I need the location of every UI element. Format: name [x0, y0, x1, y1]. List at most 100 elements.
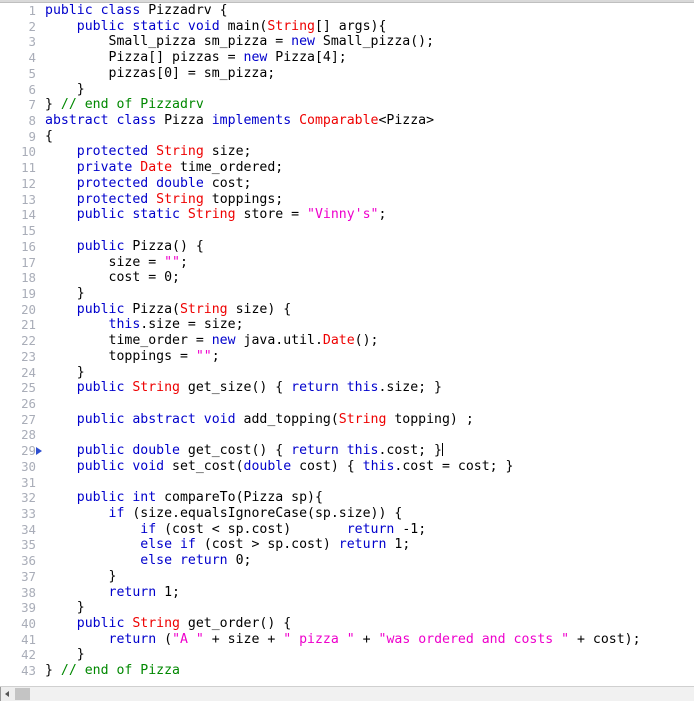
token-kw: double — [243, 458, 300, 474]
token-pln: size; — [211, 144, 252, 160]
token-str: " pizza " — [283, 631, 355, 647]
code-line[interactable]: 7} // end of Pizzadrv — [0, 97, 694, 113]
line-number: 39 — [21, 600, 36, 616]
scroll-left-arrow-icon[interactable] — [0, 687, 14, 701]
token-pln: time_ordered; — [180, 160, 284, 176]
code-text-area[interactable]: 1 public class Pizzadrv {2 public static … — [0, 3, 694, 686]
code-line[interactable]: 25 public String get_size() { return thi… — [0, 380, 694, 396]
code-line-content: public class Pizzadrv { — [45, 3, 228, 19]
code-line[interactable]: 23 toppings = ""; — [0, 349, 694, 365]
code-line[interactable]: 31 — [0, 475, 694, 491]
token-pln: (cost < sp.cost) — [164, 521, 347, 537]
code-line[interactable]: 36 else return 0; — [0, 553, 694, 569]
code-line[interactable]: 17 size = ""; — [0, 255, 694, 271]
code-line-content: time_order = new java.util.Date(); — [45, 333, 379, 349]
token-pln: cost = 0; — [45, 270, 180, 286]
line-number: 5 — [28, 65, 36, 81]
token-pln: } — [45, 97, 61, 113]
token-kw: protected — [76, 144, 157, 160]
line-number: 13 — [21, 191, 36, 207]
code-line[interactable]: 19 } — [0, 286, 694, 302]
code-line-content: cost = 0; — [45, 270, 180, 286]
token-pln — [45, 302, 77, 317]
code-line[interactable]: 2 public static void main(String[] args)… — [0, 19, 694, 35]
line-number: 4 — [28, 50, 36, 66]
code-line[interactable]: 12 protected double cost; — [0, 176, 694, 192]
token-kw: public abstract void — [76, 411, 244, 427]
code-line[interactable]: 1 public class Pizzadrv { — [0, 3, 694, 19]
scrollbar-track[interactable] — [30, 687, 694, 701]
token-typ: String — [156, 191, 212, 207]
token-pln: .size; } — [378, 380, 443, 396]
code-line[interactable]: 10 protected String size; — [0, 144, 694, 160]
code-line[interactable]: 39 } — [0, 600, 694, 616]
code-line[interactable]: 41 return ("A " + size + " pizza " + "wa… — [0, 632, 694, 648]
code-line[interactable]: 9{ — [0, 129, 694, 145]
token-pln: ; — [179, 254, 188, 270]
code-line[interactable]: 27 public abstract void add_topping(Stri… — [0, 412, 694, 428]
token-pln: -1; — [402, 521, 427, 537]
token-kw: return this — [291, 443, 379, 459]
code-line[interactable]: 15 — [0, 223, 694, 239]
code-editor[interactable]: 1 public class Pizzadrv {2 public static … — [0, 0, 694, 701]
code-line-content: public void set_cost(double cost) { this… — [45, 458, 514, 475]
token-pln: { — [45, 128, 53, 144]
code-line[interactable]: 6 } — [0, 82, 694, 98]
code-line[interactable]: 3 Small_pizza sm_pizza = new Small_pizza… — [0, 34, 694, 50]
code-line[interactable]: 34 if (cost < sp.cost) return -1; — [0, 522, 694, 538]
token-typ: Date — [140, 160, 180, 176]
line-number: 10 — [21, 144, 36, 160]
code-line-content: return 1; — [45, 585, 180, 601]
code-line-content: public Pizza() { — [45, 239, 204, 255]
code-line[interactable]: 11 private Date time_ordered; — [0, 160, 694, 176]
line-number: 31 — [21, 474, 36, 490]
token-typ: Date — [322, 333, 355, 349]
code-line[interactable]: 22 time_order = new java.util.Date(); — [0, 333, 694, 349]
code-line[interactable]: 38 return 1; — [0, 585, 694, 601]
token-pln: get_size() { — [187, 380, 292, 396]
code-line[interactable]: 37 } — [0, 569, 694, 585]
code-line[interactable]: 35 else if (cost > sp.cost) return 1; — [0, 537, 694, 553]
code-line[interactable]: 24 } — [0, 365, 694, 381]
token-pln: Pizza — [164, 113, 212, 129]
scrollbar-thumb[interactable] — [15, 688, 30, 700]
token-str: "Vinny's" — [307, 207, 379, 223]
code-line[interactable]: 29 public double get_cost() { return thi… — [0, 443, 694, 459]
token-typ: Comparable — [299, 113, 379, 129]
horizontal-scrollbar[interactable] — [0, 686, 694, 701]
code-line[interactable]: 5 pizzas[0] = sm_pizza; — [0, 66, 694, 82]
code-line[interactable]: 40 public String get_order() { — [0, 616, 694, 632]
token-str: "" — [164, 254, 180, 270]
code-line-content: protected String size; — [45, 144, 252, 160]
code-line[interactable]: 16 public Pizza() { — [0, 239, 694, 255]
token-kw: public — [76, 616, 133, 632]
token-pln: pizzas[0] = sm_pizza; — [45, 65, 276, 81]
token-pln: get_cost() { — [187, 443, 292, 459]
token-pln: ( — [164, 631, 173, 647]
line-number: 26 — [21, 395, 36, 411]
code-line[interactable]: 8 abstract class Pizza implements Compara… — [0, 113, 694, 129]
code-line[interactable]: 13 protected String toppings; — [0, 192, 694, 208]
code-line[interactable]: 30 public void set_cost(double cost) { t… — [0, 459, 694, 475]
token-pln: (); — [354, 333, 379, 349]
token-kw: public static void — [76, 18, 228, 34]
token-pln: Pizza[4]; — [275, 50, 347, 66]
token-kw: public — [76, 380, 133, 396]
code-line[interactable]: 26 — [0, 396, 694, 412]
code-line[interactable]: 32 public int compareTo(Pizza sp){ — [0, 490, 694, 506]
token-pln: add_topping( — [243, 411, 339, 427]
code-line[interactable]: 42 } — [0, 647, 694, 663]
token-pln — [45, 160, 77, 175]
code-line[interactable]: 43} // end of Pizza — [0, 663, 694, 679]
code-line[interactable]: 21 this.size = size; — [0, 317, 694, 333]
line-number: 36 — [21, 553, 36, 569]
code-line[interactable]: 14 public static String store = "Vinny's… — [0, 207, 694, 223]
code-line[interactable]: 33 if (size.equalsIgnoreCase(sp.size)) { — [0, 506, 694, 522]
token-pln: } — [45, 663, 61, 679]
code-line[interactable]: 4 Pizza[] pizzas = new Pizza[4]; — [0, 50, 694, 66]
code-line[interactable]: 20 public Pizza(String size) { — [0, 302, 694, 318]
code-line[interactable]: 18 cost = 0; — [0, 270, 694, 286]
token-pln: .size = size; — [140, 317, 244, 333]
triangle-right-icon — [36, 447, 42, 456]
code-line[interactable]: 28 — [0, 427, 694, 443]
